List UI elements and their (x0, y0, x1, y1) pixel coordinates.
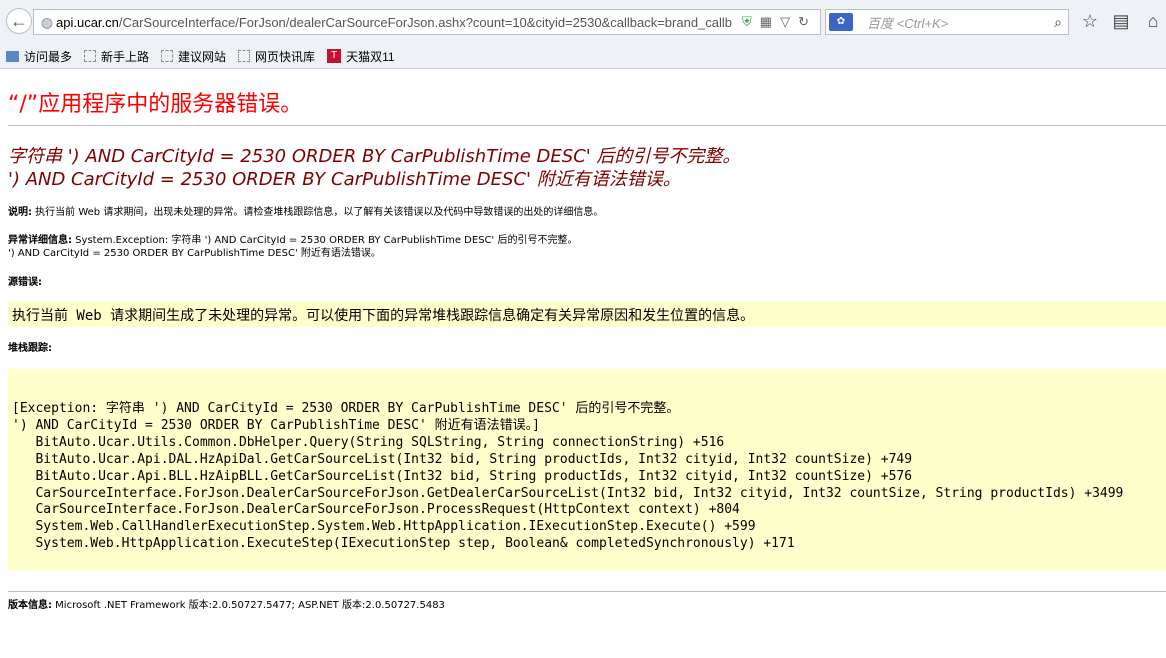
url-text[interactable]: api.ucar.cn/CarSourceInterface/ForJson/d… (56, 15, 736, 30)
search-bar[interactable]: ✿ 百度 <Ctrl+K> ⌕ (825, 9, 1069, 35)
stack-trace-box: [Exception: 字符串 ') AND CarCityId = 2530 … (8, 369, 1166, 570)
page-icon (84, 50, 97, 62)
source-error-box: 执行当前 Web 请求期间生成了未处理的异常。可以使用下面的异常堆栈跟踪信息确定… (8, 301, 1166, 327)
divider (8, 125, 1166, 126)
page-icon (161, 50, 174, 62)
folder-icon (6, 50, 19, 62)
paw-icon[interactable]: ✿ (829, 13, 853, 31)
bookmark-tmall[interactable]: T 天猫双11 (327, 48, 395, 65)
stack-trace-label: 堆栈跟踪: (8, 343, 52, 354)
home-icon[interactable]: ⌂ (1142, 11, 1164, 32)
bookmarks-bar: 访问最多 新手上路 建议网站 网页快讯库 T 天猫双11 (0, 44, 1166, 69)
bookmark-getting-started[interactable]: 新手上路 (84, 48, 149, 65)
globe-icon: ◍ (40, 13, 54, 30)
dropdown-icon[interactable]: ▽ (780, 14, 790, 30)
reading-list-icon[interactable]: ▤ (1110, 11, 1132, 32)
divider (8, 591, 1166, 592)
stack-trace: [Exception: 字符串 ') AND CarCityId = 2530 … (12, 401, 1124, 552)
bookmark-web-slices[interactable]: 网页快讯库 (238, 48, 315, 65)
page-icon (238, 50, 251, 62)
bookmark-most-visited[interactable]: 访问最多 (6, 48, 72, 65)
page-content: “/”应用程序中的服务器错误。 字符串 ') AND CarCityId = 2… (0, 69, 1166, 658)
error-message: 字符串 ') AND CarCityId = 2530 ORDER BY Car… (8, 146, 741, 190)
qr-code-icon[interactable]: ▦ (760, 14, 772, 30)
reload-icon[interactable]: ↻ (798, 14, 809, 30)
description: 说明: 执行当前 Web 请求期间，出现未处理的异常。请检查堆栈跟踪信息，以了解… (8, 207, 604, 218)
shield-icon[interactable]: ⛨ (742, 14, 752, 30)
bookmark-suggested-sites[interactable]: 建议网站 (161, 48, 226, 65)
address-bar[interactable]: ◍ api.ucar.cn/CarSourceInterface/ForJson… (33, 9, 821, 35)
source-error-label: 源错误: (8, 277, 42, 288)
back-button[interactable]: ← (6, 8, 32, 34)
version-info: 版本信息: Microsoft .NET Framework 版本:2.0.50… (8, 600, 445, 611)
tmall-icon: T (327, 49, 342, 63)
page-title: “/”应用程序中的服务器错误。 (8, 92, 303, 117)
star-icon[interactable]: ☆ (1079, 11, 1101, 32)
exception-details: 异常详细信息: System.Exception: 字符串 ') AND Car… (8, 235, 578, 259)
search-input[interactable]: 百度 <Ctrl+K> (867, 13, 1054, 32)
browser-toolbar: ← ◍ api.ucar.cn/CarSourceInterface/ForJs… (0, 0, 1166, 45)
arrow-left-icon: ← (10, 10, 28, 31)
search-icon[interactable]: ⌕ (1054, 14, 1062, 31)
